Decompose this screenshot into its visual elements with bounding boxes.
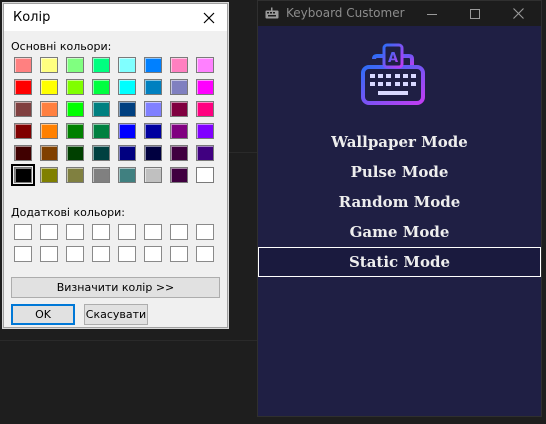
color-swatch[interactable] [170,145,188,161]
color-swatch[interactable] [144,145,162,161]
color-swatch[interactable] [170,57,188,73]
define-custom-color-button[interactable]: Визначити колір >> [11,277,220,298]
color-swatch[interactable] [144,123,162,139]
custom-color-slot[interactable] [144,224,162,240]
color-swatch[interactable] [66,145,84,161]
custom-color-slot[interactable] [144,246,162,262]
color-swatch[interactable] [40,145,58,161]
custom-color-slot[interactable] [66,224,84,240]
color-swatch[interactable] [118,101,136,117]
keyboard-logo-icon: A [361,43,425,105]
color-swatch[interactable] [196,57,214,73]
custom-color-slot[interactable] [40,246,58,262]
color-swatch[interactable] [170,123,188,139]
color-swatch[interactable] [144,57,162,73]
minimize-button[interactable] [410,1,454,26]
color-swatch[interactable] [14,123,32,139]
color-swatch[interactable] [11,164,35,186]
color-swatch[interactable] [40,123,58,139]
color-swatch[interactable] [14,145,32,161]
color-swatch[interactable] [40,79,58,95]
maximize-button[interactable] [453,1,497,26]
color-swatch[interactable] [196,101,214,117]
custom-color-slot[interactable] [92,224,110,240]
window-title: Keyboard Customer [286,6,405,20]
color-swatch[interactable] [40,57,58,73]
close-icon[interactable] [200,9,218,27]
color-swatch[interactable] [170,101,188,117]
color-dialog: Колір Основні кольори: Додаткові кольори… [3,3,228,328]
custom-color-slot[interactable] [14,224,32,240]
color-swatch[interactable] [118,123,136,139]
custom-color-slot[interactable] [92,246,110,262]
color-swatch[interactable] [92,123,110,139]
color-swatch[interactable] [40,167,58,183]
custom-color-slot[interactable] [170,246,188,262]
custom-color-slot[interactable] [14,246,32,262]
mode-pulse[interactable]: Pulse Mode [258,158,541,188]
title-bar[interactable]: Keyboard Customer [258,1,541,26]
color-swatch[interactable] [118,57,136,73]
keyboard-customer-window: Keyboard Customer A Wallpaper Mode Pulse… [257,0,542,417]
color-swatch[interactable] [14,101,32,117]
color-swatch[interactable] [144,101,162,117]
color-swatch[interactable] [92,79,110,95]
close-icon [512,8,524,19]
custom-color-slot[interactable] [118,246,136,262]
mode-game[interactable]: Game Mode [258,218,541,248]
background-divider [0,340,257,341]
color-swatch[interactable] [196,79,214,95]
color-swatch[interactable] [92,57,110,73]
color-swatch[interactable] [118,145,136,161]
custom-colors-label: Додаткові кольори: [11,206,125,219]
color-swatch[interactable] [118,79,136,95]
custom-color-slot[interactable] [40,224,58,240]
maximize-icon [470,8,480,19]
color-swatch[interactable] [144,167,162,183]
mode-static[interactable]: Static Mode [258,247,541,277]
dialog-title-bar[interactable]: Колір [4,4,227,31]
color-swatch[interactable] [92,167,110,183]
color-swatch[interactable] [92,101,110,117]
dialog-title: Колір [13,10,51,25]
color-swatch[interactable] [66,123,84,139]
color-swatch[interactable] [170,79,188,95]
ok-button[interactable]: OK [11,304,75,325]
color-swatch[interactable] [66,167,84,183]
svg-text:A: A [388,51,398,66]
color-swatch[interactable] [170,167,188,183]
color-swatch[interactable] [66,79,84,95]
custom-color-slot[interactable] [118,224,136,240]
minimize-icon [427,13,437,15]
color-swatch[interactable] [14,79,32,95]
cancel-button[interactable]: Скасувати [84,304,148,325]
mode-random[interactable]: Random Mode [258,188,541,218]
color-swatch[interactable] [14,57,32,73]
custom-color-slot[interactable] [170,224,188,240]
close-button[interactable] [496,1,540,26]
color-swatch[interactable] [40,101,58,117]
color-swatch[interactable] [66,57,84,73]
custom-color-slot[interactable] [196,224,214,240]
color-swatch[interactable] [92,145,110,161]
custom-color-slot[interactable] [66,246,84,262]
basic-colors-label: Основні кольори: [11,40,112,53]
color-swatch[interactable] [144,79,162,95]
background-divider [228,152,257,153]
custom-color-slot[interactable] [196,246,214,262]
color-swatch[interactable] [118,167,136,183]
mode-wallpaper[interactable]: Wallpaper Mode [258,128,541,158]
color-swatch[interactable] [196,167,214,183]
keyboard-icon [265,7,279,19]
color-swatch[interactable] [196,123,214,139]
color-swatch[interactable] [66,101,84,117]
color-swatch[interactable] [196,145,214,161]
